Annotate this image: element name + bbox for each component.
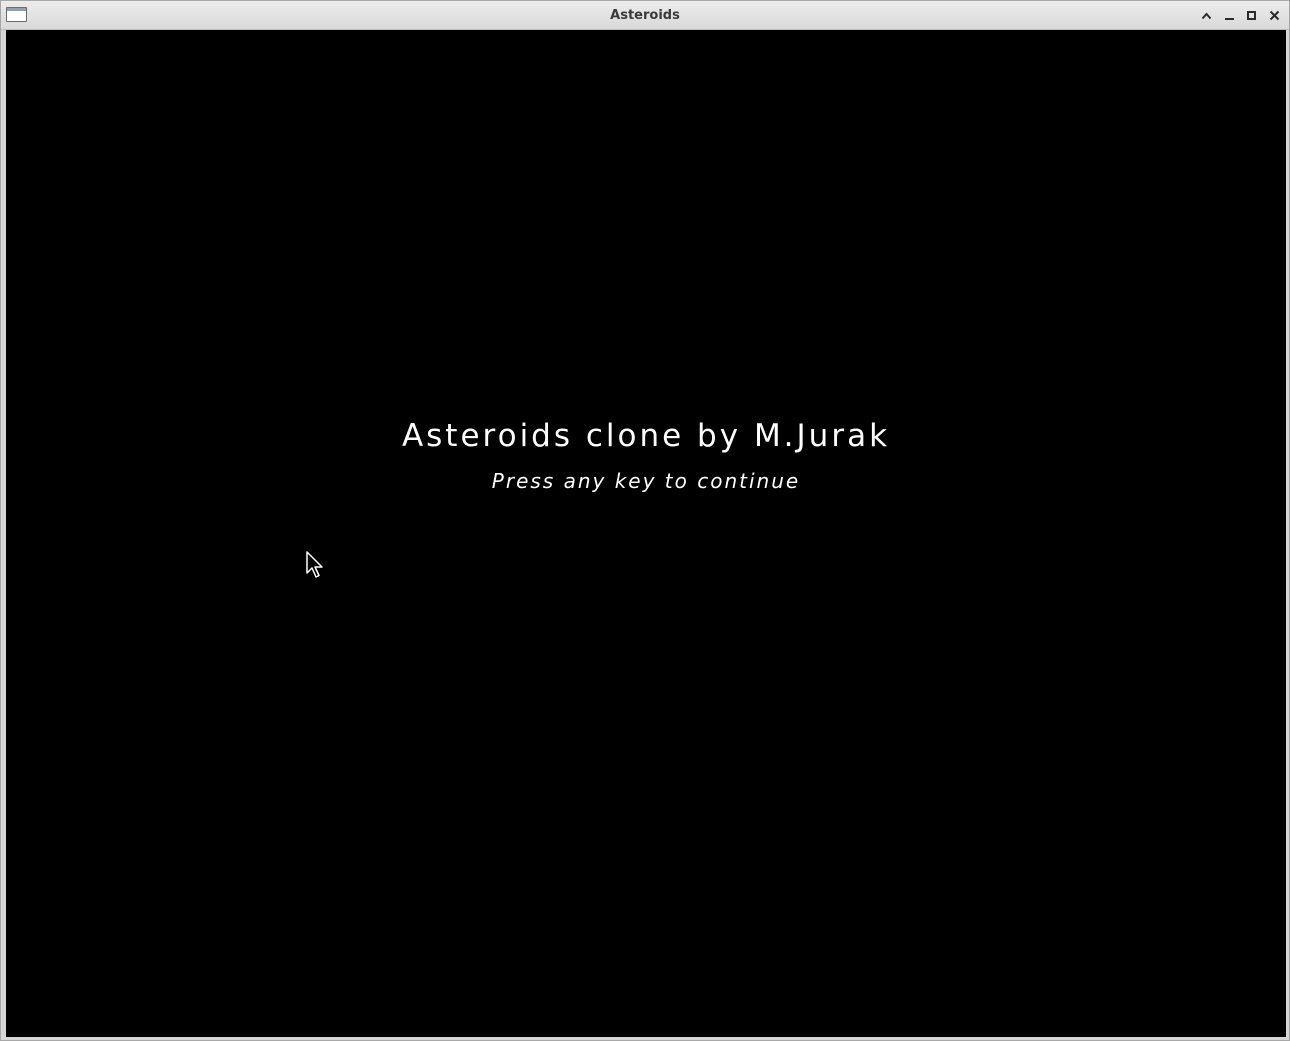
window-title: Asteroids	[610, 8, 680, 23]
window-menu-icon[interactable]	[6, 7, 27, 22]
close-icon	[1269, 10, 1280, 21]
maximize-icon	[1247, 11, 1256, 20]
title-bar[interactable]: Asteroids	[1, 1, 1289, 30]
shade-button[interactable]	[1198, 7, 1215, 24]
arrow-cursor-icon	[306, 551, 323, 578]
close-button[interactable]	[1266, 7, 1283, 24]
continue-prompt: Press any key to continue	[491, 469, 801, 493]
game-canvas[interactable]: Asteroids clone by M.Jurak Press any key…	[6, 30, 1286, 1037]
minimize-icon	[1225, 18, 1234, 20]
app-window: Asteroids Asteroids clone by M.Jurak Pre…	[0, 0, 1290, 1041]
game-title: Asteroids clone by M.Jurak	[401, 418, 891, 454]
minimize-button[interactable]	[1221, 7, 1238, 24]
chevron-up-icon	[1201, 11, 1212, 19]
maximize-button[interactable]	[1243, 7, 1260, 24]
